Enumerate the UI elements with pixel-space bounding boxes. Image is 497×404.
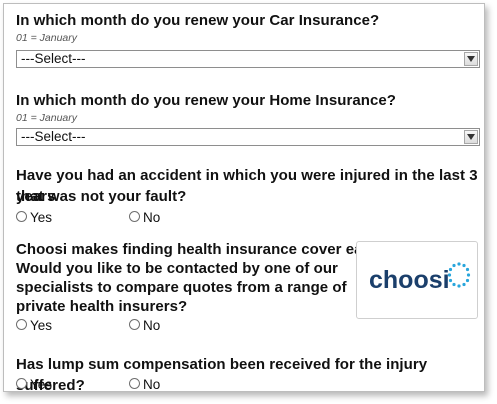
car-insurance-month-select[interactable]: ---Select---	[16, 50, 480, 68]
radio-unchecked-icon[interactable]	[16, 211, 27, 222]
radio-unchecked-icon[interactable]	[16, 319, 27, 330]
choosi-yes-label: Yes	[30, 318, 53, 333]
chevron-down-icon[interactable]	[464, 52, 478, 66]
home-insurance-hint: 01 = January	[16, 112, 78, 124]
home-insurance-question: In which month do you renew your Home In…	[16, 92, 396, 109]
car-insurance-hint: 01 = January	[16, 32, 78, 44]
car-insurance-question: In which month do you renew your Car Ins…	[16, 12, 380, 29]
choosi-question-line1: Choosi makes finding health insurance co…	[16, 241, 385, 258]
accident-no-label: No	[143, 210, 161, 225]
choosi-question-line4: private health insurers?	[16, 298, 188, 315]
chevron-down-icon[interactable]	[464, 130, 478, 144]
compensation-yes-label: Yes	[30, 377, 53, 392]
choosi-logo-text: choosi	[369, 266, 450, 294]
radio-unchecked-icon[interactable]	[129, 211, 140, 222]
choosi-logo-dots-icon	[447, 262, 471, 288]
radio-unchecked-icon[interactable]	[129, 319, 140, 330]
car-insurance-select-value: ---Select---	[21, 51, 86, 66]
choosi-no-label: No	[143, 318, 161, 333]
form-panel: In which month do you renew your Car Ins…	[3, 3, 485, 392]
accident-question-line2: that was not your fault?	[16, 188, 187, 205]
home-insurance-select-value: ---Select---	[21, 129, 86, 144]
choosi-logo: choosi	[356, 241, 478, 319]
compensation-no-label: No	[143, 377, 161, 392]
compensation-question: Has lump sum compensation been received …	[16, 356, 428, 392]
choosi-question-line3: specialists to compare quotes from a ran…	[16, 279, 347, 296]
home-insurance-month-select[interactable]: ---Select---	[16, 128, 480, 146]
radio-unchecked-icon[interactable]	[16, 378, 27, 389]
radio-unchecked-icon[interactable]	[129, 378, 140, 389]
choosi-question-line2: Would you like to be contacted by one of…	[16, 260, 338, 277]
accident-yes-label: Yes	[30, 210, 53, 225]
